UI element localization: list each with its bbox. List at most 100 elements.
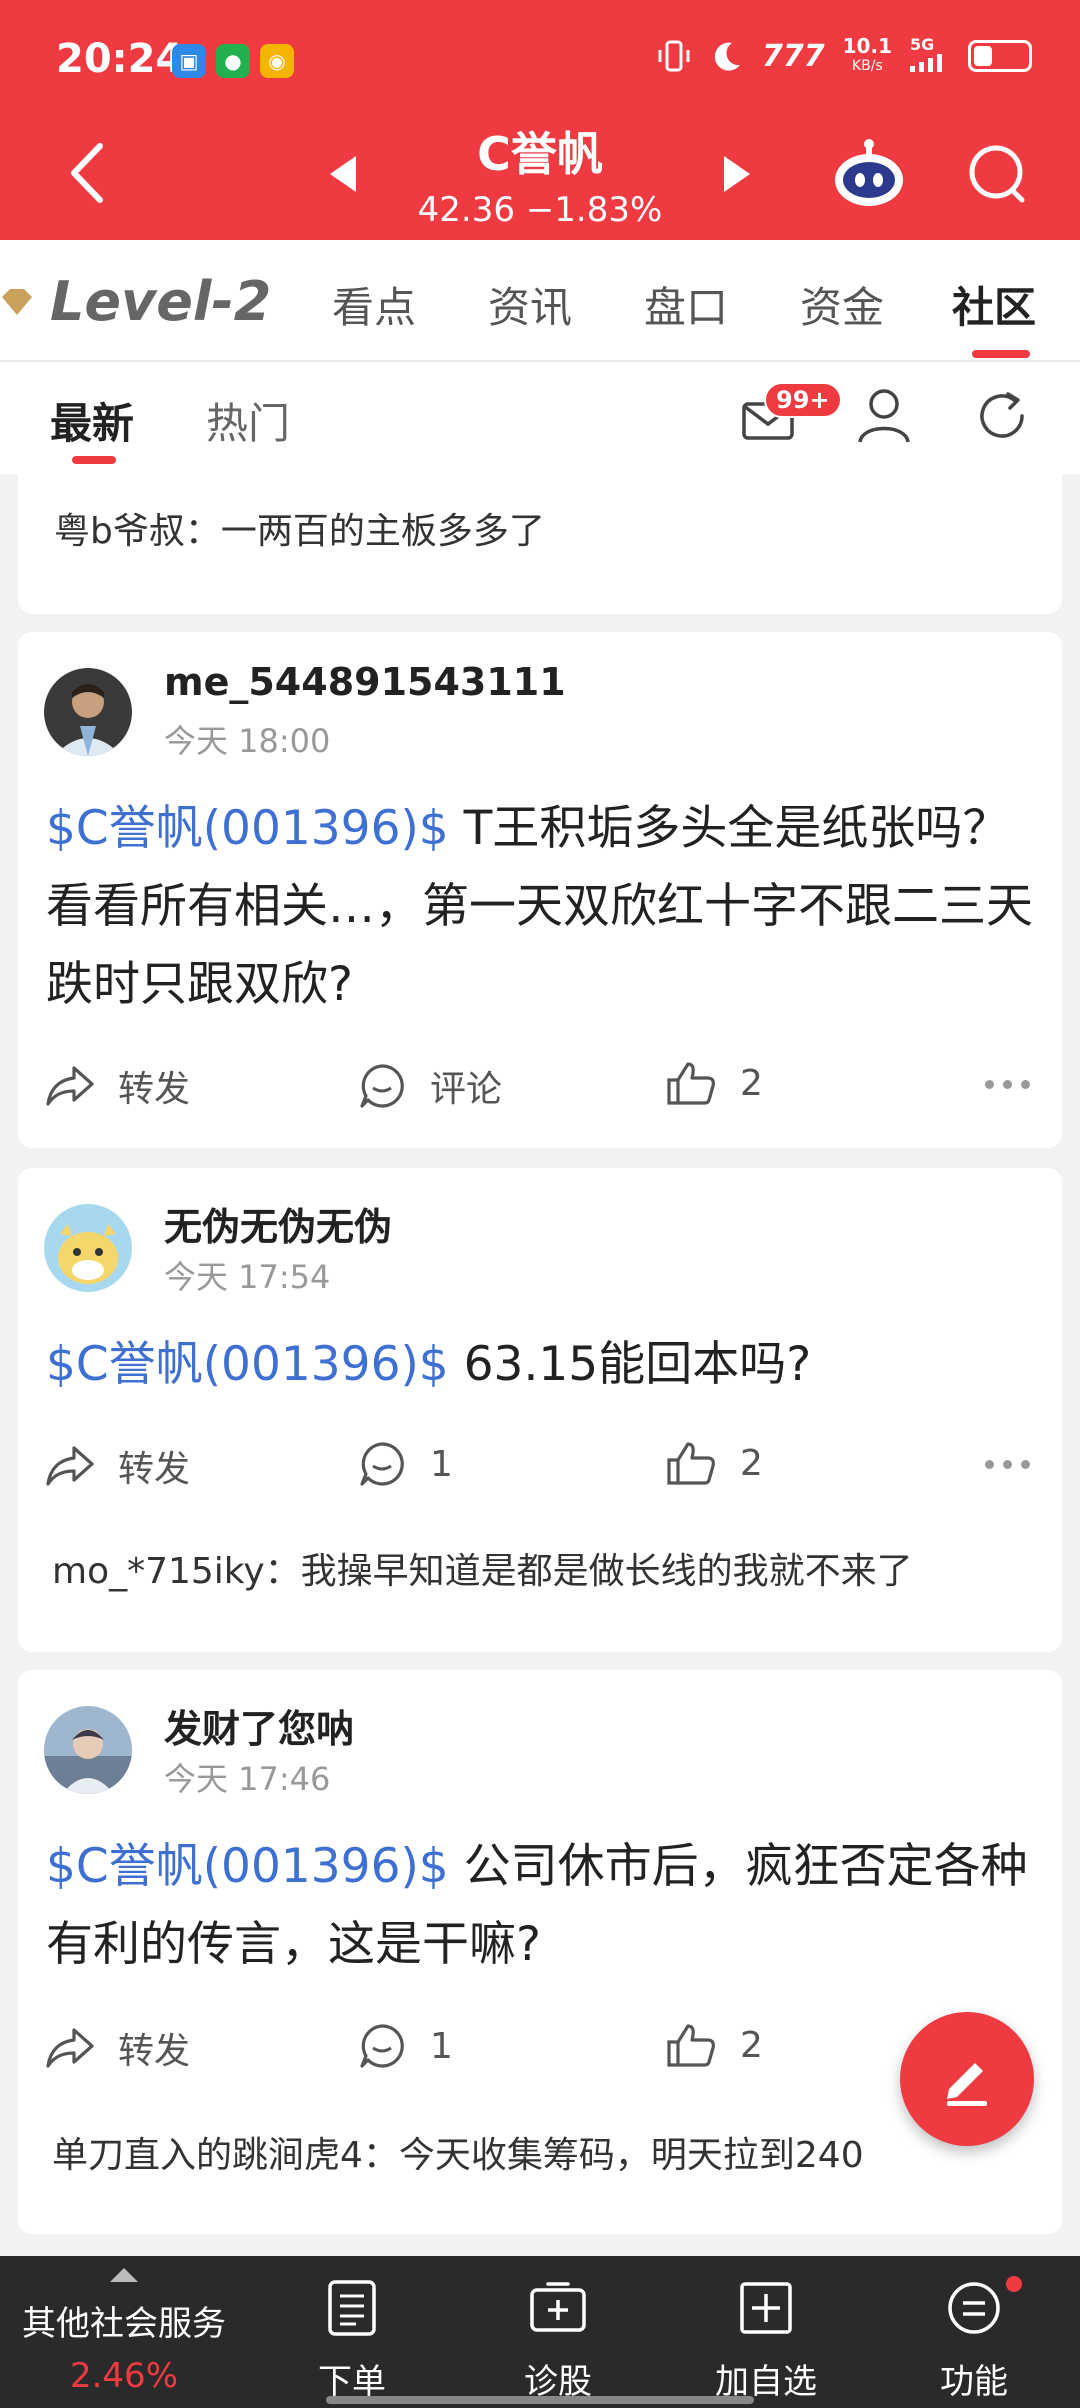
expand-up-icon bbox=[110, 2268, 138, 2282]
menu-circle-icon bbox=[948, 2282, 1000, 2334]
status-indicators: 777 10.1 KB/s 5G bbox=[656, 36, 1032, 76]
active-tab-indicator bbox=[972, 350, 1030, 358]
comment-preview: 粤b爷叔：一两百的主板多多了 bbox=[54, 511, 545, 552]
post-card[interactable]: 无伪无伪无伪 今天 17:54 $C誉帆(001396)$ 63.15能回本吗?… bbox=[18, 1168, 1062, 1652]
wechat-icon: ● bbox=[216, 44, 250, 78]
status-time: 20:24 bbox=[56, 36, 184, 82]
add-square-icon bbox=[740, 2282, 792, 2334]
status-bar: 20:24 ▣ ● ◉ 777 10.1 KB/s 5G bbox=[0, 0, 1080, 120]
order-document-icon bbox=[328, 2280, 376, 2336]
forward-button[interactable]: 转发 bbox=[46, 1060, 190, 1112]
signal-bars-icon bbox=[910, 54, 942, 72]
next-stock-button[interactable] bbox=[724, 156, 750, 192]
post-content[interactable]: $C誉帆(001396)$ 公司休市后，疯狂否定各种有利的传言，这是干嘛? bbox=[46, 1828, 1038, 1984]
username[interactable]: 无伪无伪无伪 bbox=[164, 1196, 392, 1251]
level2-label: Level-2 bbox=[50, 270, 272, 333]
diamond-icon bbox=[2, 288, 32, 315]
post-text: 63.15能回本吗? bbox=[448, 1337, 812, 1392]
like-button[interactable]: 2 bbox=[666, 1440, 763, 1486]
stock-quote: 42.36 −1.83% bbox=[417, 190, 663, 230]
tab-funds[interactable]: 资金 bbox=[800, 274, 884, 335]
nav-functions[interactable]: 功能 bbox=[884, 2256, 1064, 2408]
comment-icon bbox=[360, 2024, 404, 2068]
stock-tag-link[interactable]: $C誉帆(001396)$ bbox=[46, 1337, 449, 1392]
post-actions: 转发 1 2 bbox=[18, 1440, 1062, 1500]
signal-indicator: 5G bbox=[910, 36, 950, 76]
sub-tab-indicator bbox=[72, 456, 116, 464]
notification-dot bbox=[1006, 2276, 1022, 2292]
nav-stock-diagnosis[interactable]: 诊股 bbox=[468, 2256, 648, 2408]
stock-title-block: C誉帆 42.36 −1.83% bbox=[0, 118, 1080, 230]
comment-preview[interactable]: mo_*715iky：我操早知道是都是做长线的我就不来了 bbox=[52, 1542, 913, 1594]
thumbs-up-icon bbox=[667, 2024, 715, 2067]
comment-icon bbox=[360, 1442, 404, 1486]
person-icon[interactable] bbox=[856, 386, 912, 446]
avatar[interactable] bbox=[44, 1204, 132, 1292]
battery-icon bbox=[968, 40, 1032, 72]
post-time: 今天 17:46 bbox=[164, 1760, 331, 1798]
forward-icon bbox=[46, 1446, 94, 1486]
top-header: 20:24 ▣ ● ◉ 777 10.1 KB/s 5G C誉帆 42.36 −… bbox=[0, 0, 1080, 240]
battery-fill bbox=[974, 46, 992, 66]
tab-news[interactable]: 资讯 bbox=[488, 274, 572, 335]
forward-icon bbox=[46, 1066, 94, 1106]
post-time: 今天 17:54 bbox=[164, 1258, 331, 1296]
diagnosis-icon bbox=[530, 2282, 586, 2332]
forward-icon bbox=[46, 2028, 94, 2068]
notification-icons: ▣ ● ◉ bbox=[172, 44, 294, 78]
forward-button[interactable]: 转发 bbox=[46, 1440, 190, 1492]
comment-preview[interactable]: 单刀直入的跳涧虎4：今天收集筹码，明天拉到240 bbox=[52, 2126, 864, 2178]
forward-button[interactable]: 转发 bbox=[46, 2022, 190, 2074]
app-notification-icon: ▣ bbox=[172, 44, 206, 78]
avatar[interactable] bbox=[44, 668, 132, 756]
post-time: 今天 18:00 bbox=[164, 722, 331, 760]
carrier-logo-icon: 777 bbox=[762, 38, 825, 74]
post-content[interactable]: $C誉帆(001396)$ 63.15能回本吗? bbox=[46, 1326, 1038, 1404]
tab-community[interactable]: 社区 bbox=[952, 274, 1036, 335]
bottom-nav: 其他社会服务 2.46% 下单 诊股 加自选 功能 bbox=[0, 2256, 1080, 2408]
compose-post-button[interactable] bbox=[900, 2012, 1034, 2146]
tab-hot[interactable]: 热门 bbox=[206, 390, 290, 451]
refresh-icon[interactable] bbox=[972, 386, 1032, 446]
moon-icon bbox=[714, 42, 741, 71]
vibrate-icon bbox=[658, 40, 690, 72]
username[interactable]: me_544891543111 bbox=[164, 660, 566, 704]
level2-tab[interactable]: Level-2 bbox=[0, 270, 271, 333]
nav-add-watchlist[interactable]: 加自选 bbox=[676, 2256, 856, 2408]
home-indicator[interactable] bbox=[326, 2396, 754, 2404]
post-card[interactable]: 发财了您呐 今天 17:46 $C誉帆(001396)$ 公司休市后，疯狂否定各… bbox=[18, 1670, 1062, 2234]
search-icon[interactable] bbox=[966, 142, 1030, 206]
comment-button[interactable]: 评论 bbox=[358, 1060, 502, 1112]
nav-place-order[interactable]: 下单 bbox=[262, 2256, 442, 2408]
tab-order-book[interactable]: 盘口 bbox=[644, 274, 728, 335]
post-content[interactable]: $C誉帆(001396)$ T王积垢多头全是纸张吗？看看所有相关…，第一天双欣红… bbox=[46, 790, 1038, 1024]
main-tab-bar: Level-2 看点 资讯 盘口 资金 社区 bbox=[0, 240, 1080, 362]
tab-kandian[interactable]: 看点 bbox=[332, 274, 416, 335]
comment-button[interactable]: 1 bbox=[358, 1440, 453, 1488]
comment-icon bbox=[360, 1064, 404, 1108]
tab-latest[interactable]: 最新 bbox=[50, 390, 134, 451]
mail-badge: 99+ bbox=[764, 382, 842, 418]
post-actions: 转发 评论 2 bbox=[18, 1060, 1062, 1120]
avatar[interactable] bbox=[44, 1706, 132, 1794]
other-services-button[interactable]: 其他社会服务 2.46% bbox=[0, 2256, 248, 2408]
wallet-icon: ◉ bbox=[260, 44, 294, 78]
post-card-partial[interactable]: 粤b爷叔：一两百的主板多多了 bbox=[18, 474, 1062, 614]
post-card[interactable]: me_544891543111 今天 18:00 $C誉帆(001396)$ T… bbox=[18, 632, 1062, 1148]
sub-tab-bar: 最新 热门 99+ bbox=[0, 362, 1080, 474]
like-button[interactable]: 2 bbox=[666, 1060, 763, 1106]
thumbs-up-icon bbox=[667, 1442, 715, 1485]
stock-tag-link[interactable]: $C誉帆(001396)$ bbox=[46, 1839, 449, 1894]
more-options-icon[interactable] bbox=[985, 1460, 1030, 1469]
other-services-change: 2.46% bbox=[69, 2356, 178, 2396]
network-speed: 10.1 KB/s bbox=[842, 34, 892, 74]
pencil-icon bbox=[947, 2063, 987, 2106]
username[interactable]: 发财了您呐 bbox=[164, 1698, 354, 1753]
more-options-icon[interactable] bbox=[985, 1080, 1030, 1089]
robot-assistant-icon[interactable] bbox=[832, 138, 906, 208]
comment-button[interactable]: 1 bbox=[358, 2022, 453, 2070]
stock-name: C誉帆 bbox=[477, 127, 603, 181]
thumbs-up-icon bbox=[667, 1062, 715, 1105]
stock-tag-link[interactable]: $C誉帆(001396)$ bbox=[46, 801, 449, 856]
like-button[interactable]: 2 bbox=[666, 2022, 763, 2068]
